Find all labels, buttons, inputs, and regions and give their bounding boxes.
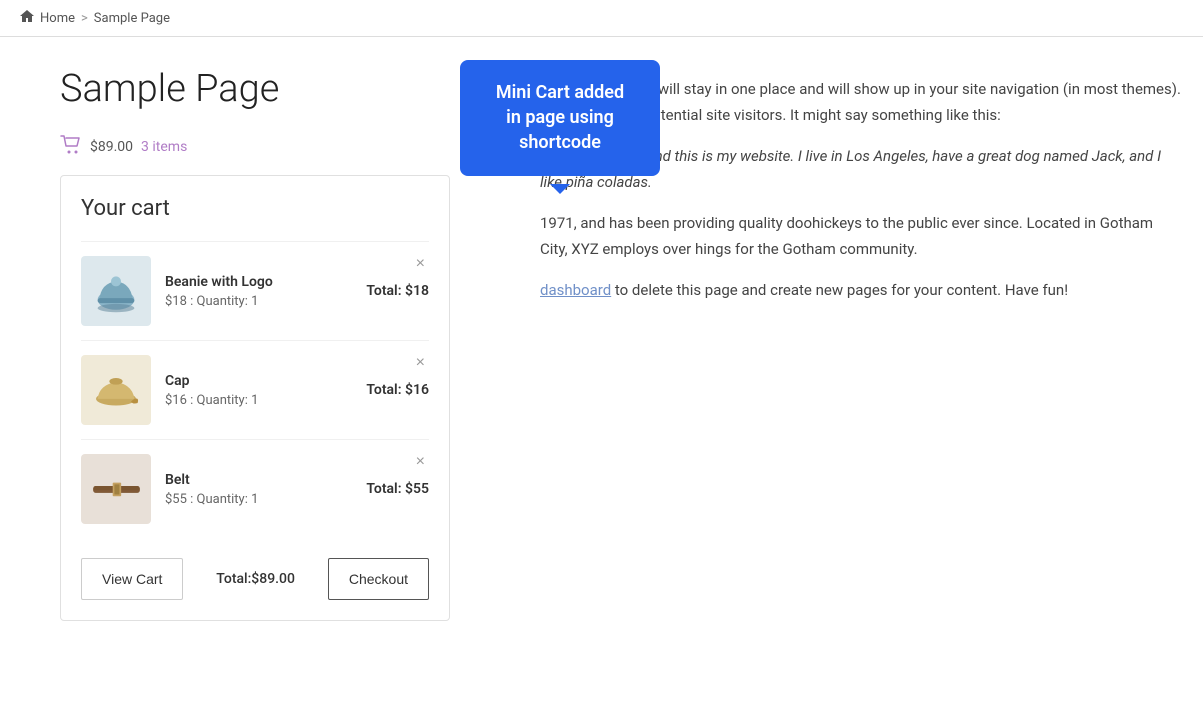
left-column: Sample Page $89.00 3 items Your cart [60, 67, 500, 621]
remove-belt-button[interactable]: × [412, 454, 429, 470]
cart-item-name-belt: Belt [165, 472, 352, 488]
breadcrumb: Home > Sample Page [0, 0, 1203, 37]
cart-item-meta-beanie: $18 : Quantity: 1 [165, 294, 352, 309]
content-para-3: 1971, and has been providing quality doo… [540, 211, 1183, 262]
cart-item: Belt $55 : Quantity: 1 Total: $55 × [81, 439, 429, 538]
cart-total-amount: $89.00 [90, 139, 133, 155]
view-cart-button[interactable]: View Cart [81, 558, 183, 600]
cart-footer: View Cart Total:$89.00 Checkout [81, 558, 429, 600]
tooltip-bubble: Mini Cart added in page using shortcode [460, 60, 660, 176]
home-icon [20, 10, 34, 26]
content-para-4: dashboard to delete this page and create… [540, 278, 1183, 304]
cart-item-image-belt [81, 454, 151, 524]
cart-dropdown: Your cart Beanie with Logo [60, 175, 450, 621]
remove-beanie-button[interactable]: × [412, 256, 429, 272]
cart-item-info-belt: Belt $55 : Quantity: 1 [165, 472, 352, 507]
cart-item-meta-belt: $55 : Quantity: 1 [165, 492, 352, 507]
cart-item-name-cap: Cap [165, 373, 352, 389]
breadcrumb-home-link[interactable]: Home [40, 11, 75, 26]
cart-icon [60, 135, 82, 159]
breadcrumb-current: Sample Page [94, 11, 170, 26]
cart-item-total-cap: Total: $16 [366, 382, 429, 398]
checkout-button[interactable]: Checkout [328, 558, 429, 600]
cart-title: Your cart [81, 196, 429, 221]
cart-item-image-beanie [81, 256, 151, 326]
remove-cap-button[interactable]: × [412, 355, 429, 371]
cart-item-total-beanie: Total: $18 [366, 283, 429, 299]
cart-item-meta-cap: $16 : Quantity: 1 [165, 393, 352, 408]
mini-cart-trigger[interactable]: $89.00 3 items [60, 135, 500, 159]
cart-item: Beanie with Logo $18 : Quantity: 1 Total… [81, 241, 429, 340]
cart-footer-total: Total:$89.00 [216, 571, 295, 587]
tooltip-container: Mini Cart added in page using shortcode [460, 60, 660, 176]
breadcrumb-separator: > [81, 11, 88, 26]
cart-item: Cap $16 : Quantity: 1 Total: $16 × [81, 340, 429, 439]
cart-item-info-cap: Cap $16 : Quantity: 1 [165, 373, 352, 408]
dashboard-link[interactable]: dashboard [540, 281, 611, 299]
cart-item-image-cap [81, 355, 151, 425]
cart-item-name-beanie: Beanie with Logo [165, 274, 352, 290]
cart-item-info-beanie: Beanie with Logo $18 : Quantity: 1 [165, 274, 352, 309]
cart-item-total-belt: Total: $55 [366, 481, 429, 497]
cart-items-count: 3 items [141, 139, 187, 155]
page-title: Sample Page [60, 67, 500, 111]
